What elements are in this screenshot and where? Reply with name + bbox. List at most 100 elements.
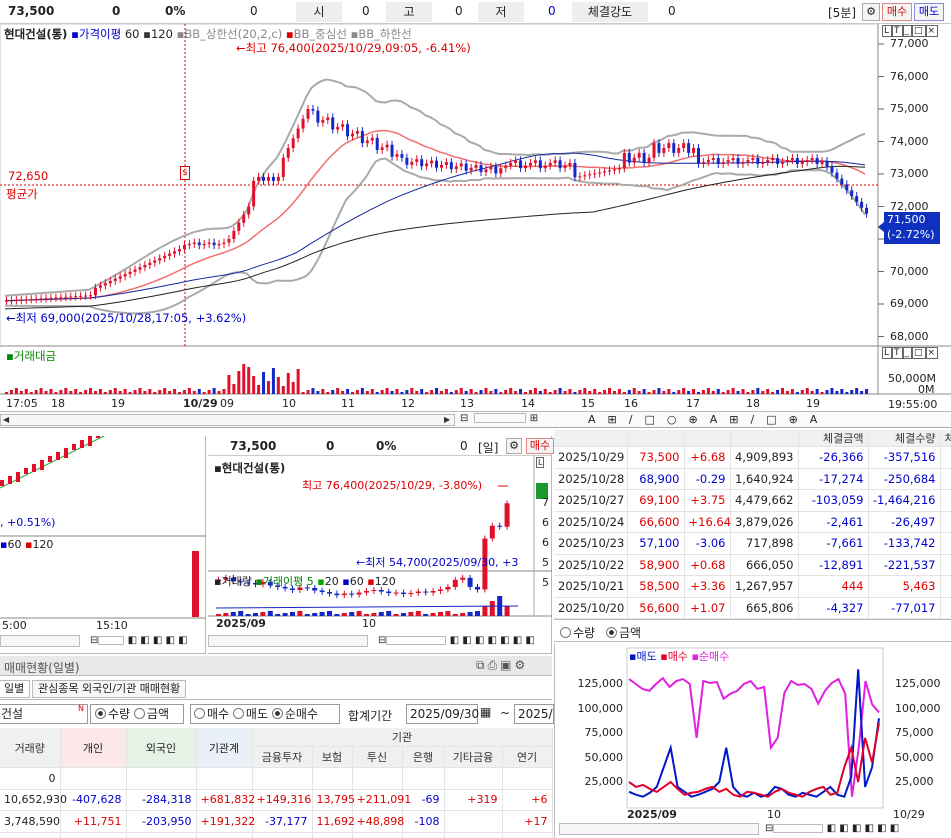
daily-row[interactable]: 2025/10/20 56,600 +1.07 665,806 -4,327 -77,01…	[554, 597, 951, 619]
flow-scrollbar[interactable]	[559, 823, 759, 835]
drawing-tool-icon[interactable]: ⊕	[688, 413, 697, 426]
zoom-slider[interactable]	[473, 413, 526, 423]
vol-minimize-icon[interactable]: _	[902, 347, 913, 359]
mini-mid-tools[interactable]: ⊟ ◧ ◧ ◧ ◧ ◧ ◧ ◧	[378, 635, 535, 646]
radio-amt[interactable]: 금액	[606, 624, 641, 641]
volume-bar	[187, 388, 191, 394]
zoom-plus-icon[interactable]: ⊞	[530, 413, 539, 424]
daily-row[interactable]: 2025/10/22 58,900 +0.68 666,050 -12,891 -221,…	[554, 554, 951, 576]
mini-left-zoom-icon[interactable]: ⊟	[90, 635, 98, 646]
drawing-tool-icon[interactable]: □	[766, 413, 776, 426]
mini-mid-tool-icon[interactable]: ◧ ◧ ◧ ◧ ◧ ◧ ◧	[450, 635, 535, 646]
tab-watchlist[interactable]: 관심종목 외국인/기관 매매현황	[32, 680, 187, 698]
high-value: 0	[455, 4, 463, 18]
stock-name[interactable]: 현대건설(통)	[4, 27, 67, 41]
candle-body	[9, 300, 13, 302]
interval-label[interactable]: [5분]	[828, 4, 856, 21]
drawing-tool-icon[interactable]: ⊞	[608, 413, 617, 426]
daily-row[interactable]: 2025/10/21 58,500 +3.36 1,267,957 444 5,463	[554, 575, 951, 598]
stock-search-input[interactable]: 건설	[0, 704, 88, 724]
vol-toggle-icon[interactable]: T	[892, 347, 903, 359]
close-icon[interactable]: ×	[925, 25, 939, 37]
candle-body	[296, 128, 300, 139]
drawing-tool-icon[interactable]: ⊕	[789, 413, 798, 426]
drawing-tool-icon[interactable]: ○	[667, 413, 677, 426]
vol-maximize-icon[interactable]: □	[912, 347, 926, 359]
date-to-input[interactable]: 2025/	[514, 704, 554, 724]
dollar-marker-icon[interactable]: $	[180, 166, 190, 180]
trade-panel-window-icons[interactable]: ⧉⎙▣⚙	[476, 658, 528, 673]
vol-close-icon[interactable]: ×	[925, 347, 939, 359]
volume-bar	[449, 392, 453, 394]
lock-icon[interactable]: L	[882, 25, 893, 37]
sell-button[interactable]: 매도	[914, 3, 944, 21]
daily-row[interactable]: 2025/10/27 69,100 +3.75 4,479,662 -103,059 -1…	[554, 489, 951, 512]
trade-radio-qty[interactable]: 수량	[95, 707, 130, 721]
zoom-controls[interactable]: ⊟ ⊞	[460, 413, 539, 424]
chart-corner-icons[interactable]: L T _ □ ×	[882, 25, 939, 37]
volume-corner-icons[interactable]: L T _ □ ×	[882, 347, 939, 359]
mini-mid-unit[interactable]: [일]	[478, 439, 498, 456]
zoom-minus-icon[interactable]: ⊟	[460, 413, 469, 424]
flow-tools[interactable]: ⊟ ◧ ◧ ◧ ◧ ◧ ◧	[765, 823, 899, 834]
radio-qty[interactable]: 수량	[560, 624, 595, 641]
drawing-toolbar[interactable]: A ⊞ / □ ○ ⊕ A ⊞ / □ ⊕ A	[582, 413, 823, 426]
drawing-tool-icon[interactable]: A	[810, 413, 818, 426]
drawing-tool-icon[interactable]: A	[710, 413, 718, 426]
time-axis: 17:05 18 19 10/29 09 10 11 12 13 14 15 16 17 18 19	[0, 396, 878, 412]
drawing-tool-icon[interactable]: □	[644, 413, 654, 426]
mini-left-tools[interactable]: ⊟ ◧ ◧ ◧ ◧ ◧	[90, 635, 188, 646]
mini-mid-zoom-icon[interactable]: ⊟	[378, 635, 386, 646]
vol-lock-icon[interactable]: L	[882, 347, 893, 359]
mini-left-scrollbar[interactable]	[0, 635, 80, 647]
daily-row[interactable]: 2025/10/29 73,500 +6.68 4,909,893 -26,366 -35…	[554, 446, 951, 469]
flow-tool-icon[interactable]: ◧ ◧ ◧ ◧ ◧ ◧	[827, 823, 900, 834]
mini-mid-corner-icons[interactable]: L	[536, 457, 545, 468]
scroll-right-icon[interactable]: ▶	[444, 415, 450, 424]
main-candle-chart[interactable]	[0, 23, 951, 412]
trade-cell: +9,135	[312, 832, 357, 838]
main-scrollbar[interactable]: ◀ ▶	[0, 414, 455, 426]
tab-daily[interactable]: 일별	[0, 680, 31, 698]
flow-date-c: 10/29	[893, 808, 925, 821]
trade-row[interactable]: 10,503,052+1,274,932-1,709,102+416,478-3…	[0, 832, 553, 838]
stock-search-n-icon[interactable]: N	[78, 704, 84, 713]
scroll-left-icon[interactable]: ◀	[3, 415, 9, 424]
volume-bar	[484, 388, 488, 394]
candle-body	[504, 165, 508, 169]
volume-bar	[608, 388, 612, 394]
minimize-icon[interactable]: _	[902, 25, 913, 37]
volume-bar	[49, 389, 53, 394]
date-from-input[interactable]: 2025/09/30	[406, 704, 479, 724]
daily-row[interactable]: 2025/10/24 66,600 +16.64 3,879,026 -2,461 -26…	[554, 511, 951, 533]
trade-row[interactable]: 0	[0, 767, 553, 790]
drawing-tool-icon[interactable]: /	[629, 413, 633, 426]
daily-row[interactable]: 2025/10/23 57,100 -3.06 717,898 -7,661 -133,7…	[554, 532, 951, 555]
candle-body	[603, 171, 607, 173]
drawing-tool-icon[interactable]: /	[750, 413, 754, 426]
calendar-icon[interactable]: ▦	[480, 705, 491, 719]
mini-mid-gear-icon[interactable]: ⚙	[506, 438, 522, 454]
drawing-tool-icon[interactable]: ⊞	[729, 413, 738, 426]
settings-gear-icon[interactable]: ⚙	[862, 3, 880, 21]
flow-zoom-icon[interactable]: ⊟	[765, 823, 773, 834]
toggle-icon[interactable]: T	[892, 25, 903, 37]
trade-radio-amt[interactable]: 금액	[133, 707, 169, 721]
candle-body	[346, 124, 350, 137]
mini-mid-scrollbar[interactable]	[208, 635, 368, 647]
volume-bar	[93, 391, 97, 394]
trade-radio-buy[interactable]: 매수	[194, 707, 229, 721]
trade-row[interactable]: 10,652,930 -407,628 -284,318 +681,832 +149,3…	[0, 789, 553, 811]
daily-row[interactable]: 2025/10/28 68,900 -0.29 1,640,924 -17,274 -25…	[554, 468, 951, 490]
flow-line-chart[interactable]	[555, 644, 951, 838]
maximize-icon[interactable]: □	[912, 25, 926, 37]
volume-bar	[855, 388, 859, 394]
trade-row[interactable]: 3,748,590 +11,751 -203,950 +191,322 -37,177 1…	[0, 810, 553, 833]
trade-radio-sell[interactable]: 매도	[232, 707, 268, 721]
drawing-tool-icon[interactable]: A	[588, 413, 596, 426]
mini-mid-stock-name[interactable]: ▪현대건설(통)	[214, 460, 285, 476]
mini-mid-buy-button[interactable]: 매수	[526, 438, 554, 454]
buy-button[interactable]: 매수	[882, 3, 912, 21]
mini-left-tool-a-icon[interactable]: ◧ ◧ ◧ ◧ ◧	[128, 635, 188, 646]
trade-radio-net[interactable]: 순매수	[271, 707, 318, 721]
